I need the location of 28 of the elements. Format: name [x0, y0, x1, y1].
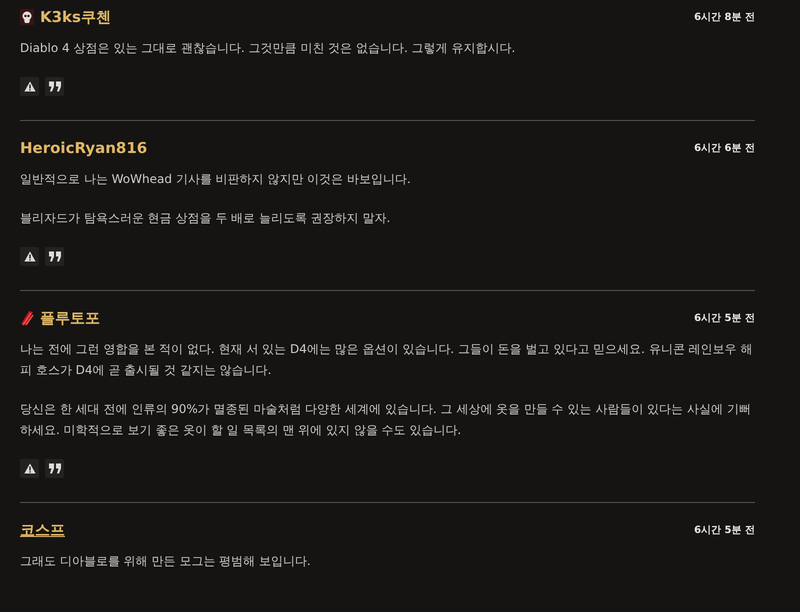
- quote-button[interactable]: [45, 247, 64, 266]
- comment-text: 블리자드가 탐욕스러운 현금 상점을 두 배로 늘리도록 권장하지 말자.: [20, 210, 392, 227]
- comment-text: 나는 전에 그런 영합을 본 적이 없다. 현재 서 있는 D4에는 많은 옵션이 있습니다. 그들이 돈을 벌고 있다고 믿으세요. 유니콘 레인보우 해피 호스가 D4에 곧 출시될 것 같지는 않습니다.: [20, 341, 754, 379]
- author-name[interactable]: 플루토포: [40, 308, 100, 328]
- claw-mark-icon: [20, 310, 34, 326]
- comment-text: 일반적으로 나는 WoWhead 기사를 비판하지 않지만 이것은 바보입니다.: [20, 171, 412, 188]
- warning-icon: [24, 463, 36, 474]
- post-time: 6시간 6분 전: [694, 142, 755, 155]
- author-name[interactable]: HeroicRyan816: [20, 139, 148, 157]
- quote-icon: [48, 251, 60, 262]
- post-time: 6시간 8분 전: [694, 11, 755, 24]
- post-time: 6시간 5분 전: [694, 312, 755, 325]
- quote-icon: [48, 81, 60, 92]
- warning-icon: [24, 251, 36, 262]
- skull-icon: [20, 9, 34, 25]
- comment-text: 당신은 한 세대 전에 인류의 90%가 멸종된 마술처럼 다양한 세계에 있습니다. 그 세상에 옷을 만들 수 있는 사람들이 있다는 사실에 기뻐하세요. 미학적으로 보기 좋은 옷이 할 일 목록의 맨 위에 있지 않을 수도 있습니다.: [20, 401, 752, 439]
- post-time: 6시간 5분 전: [694, 524, 755, 537]
- quote-icon: [48, 463, 60, 474]
- report-button[interactable]: [20, 459, 39, 478]
- comment-text: 그래도 디아블로를 위해 만든 모그는 평범해 보입니다.: [20, 553, 312, 570]
- author-name[interactable]: 코스프: [20, 520, 65, 540]
- report-button[interactable]: [20, 77, 39, 96]
- comment-text: Diablo 4 상점은 있는 그대로 괜찮습니다. 그것만큼 미친 것은 없습니다. 그렇게 유지합시다.: [20, 40, 516, 57]
- quote-button[interactable]: [45, 459, 64, 478]
- author-name[interactable]: K3ks쿠첸: [40, 8, 111, 26]
- warning-icon: [24, 81, 36, 92]
- quote-button[interactable]: [45, 77, 64, 96]
- report-button[interactable]: [20, 247, 39, 266]
